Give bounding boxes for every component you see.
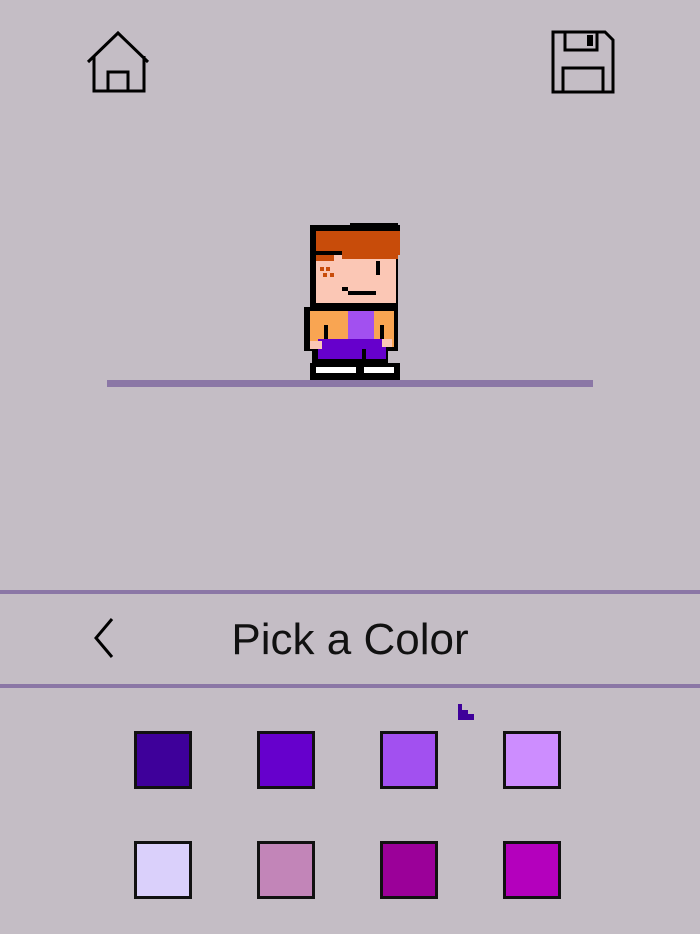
color-swatch[interactable]	[380, 731, 438, 789]
selection-marker-icon	[458, 704, 474, 720]
save-button[interactable]	[551, 30, 615, 94]
pixel-character	[304, 223, 400, 381]
panel-divider-top	[0, 590, 700, 594]
picker-title: Pick a Color	[231, 615, 469, 664]
home-icon	[86, 30, 150, 93]
color-swatch[interactable]	[503, 841, 561, 899]
home-button[interactable]	[86, 30, 150, 94]
panel-divider-bottom	[0, 684, 700, 688]
color-swatch[interactable]	[257, 841, 315, 899]
color-swatch[interactable]	[134, 841, 192, 899]
color-swatch[interactable]	[257, 731, 315, 789]
color-swatch[interactable]	[134, 731, 192, 789]
floppy-disk-icon	[551, 30, 615, 94]
ground-line	[107, 380, 593, 387]
color-swatch[interactable]	[503, 731, 561, 789]
color-swatch[interactable]	[380, 841, 438, 899]
